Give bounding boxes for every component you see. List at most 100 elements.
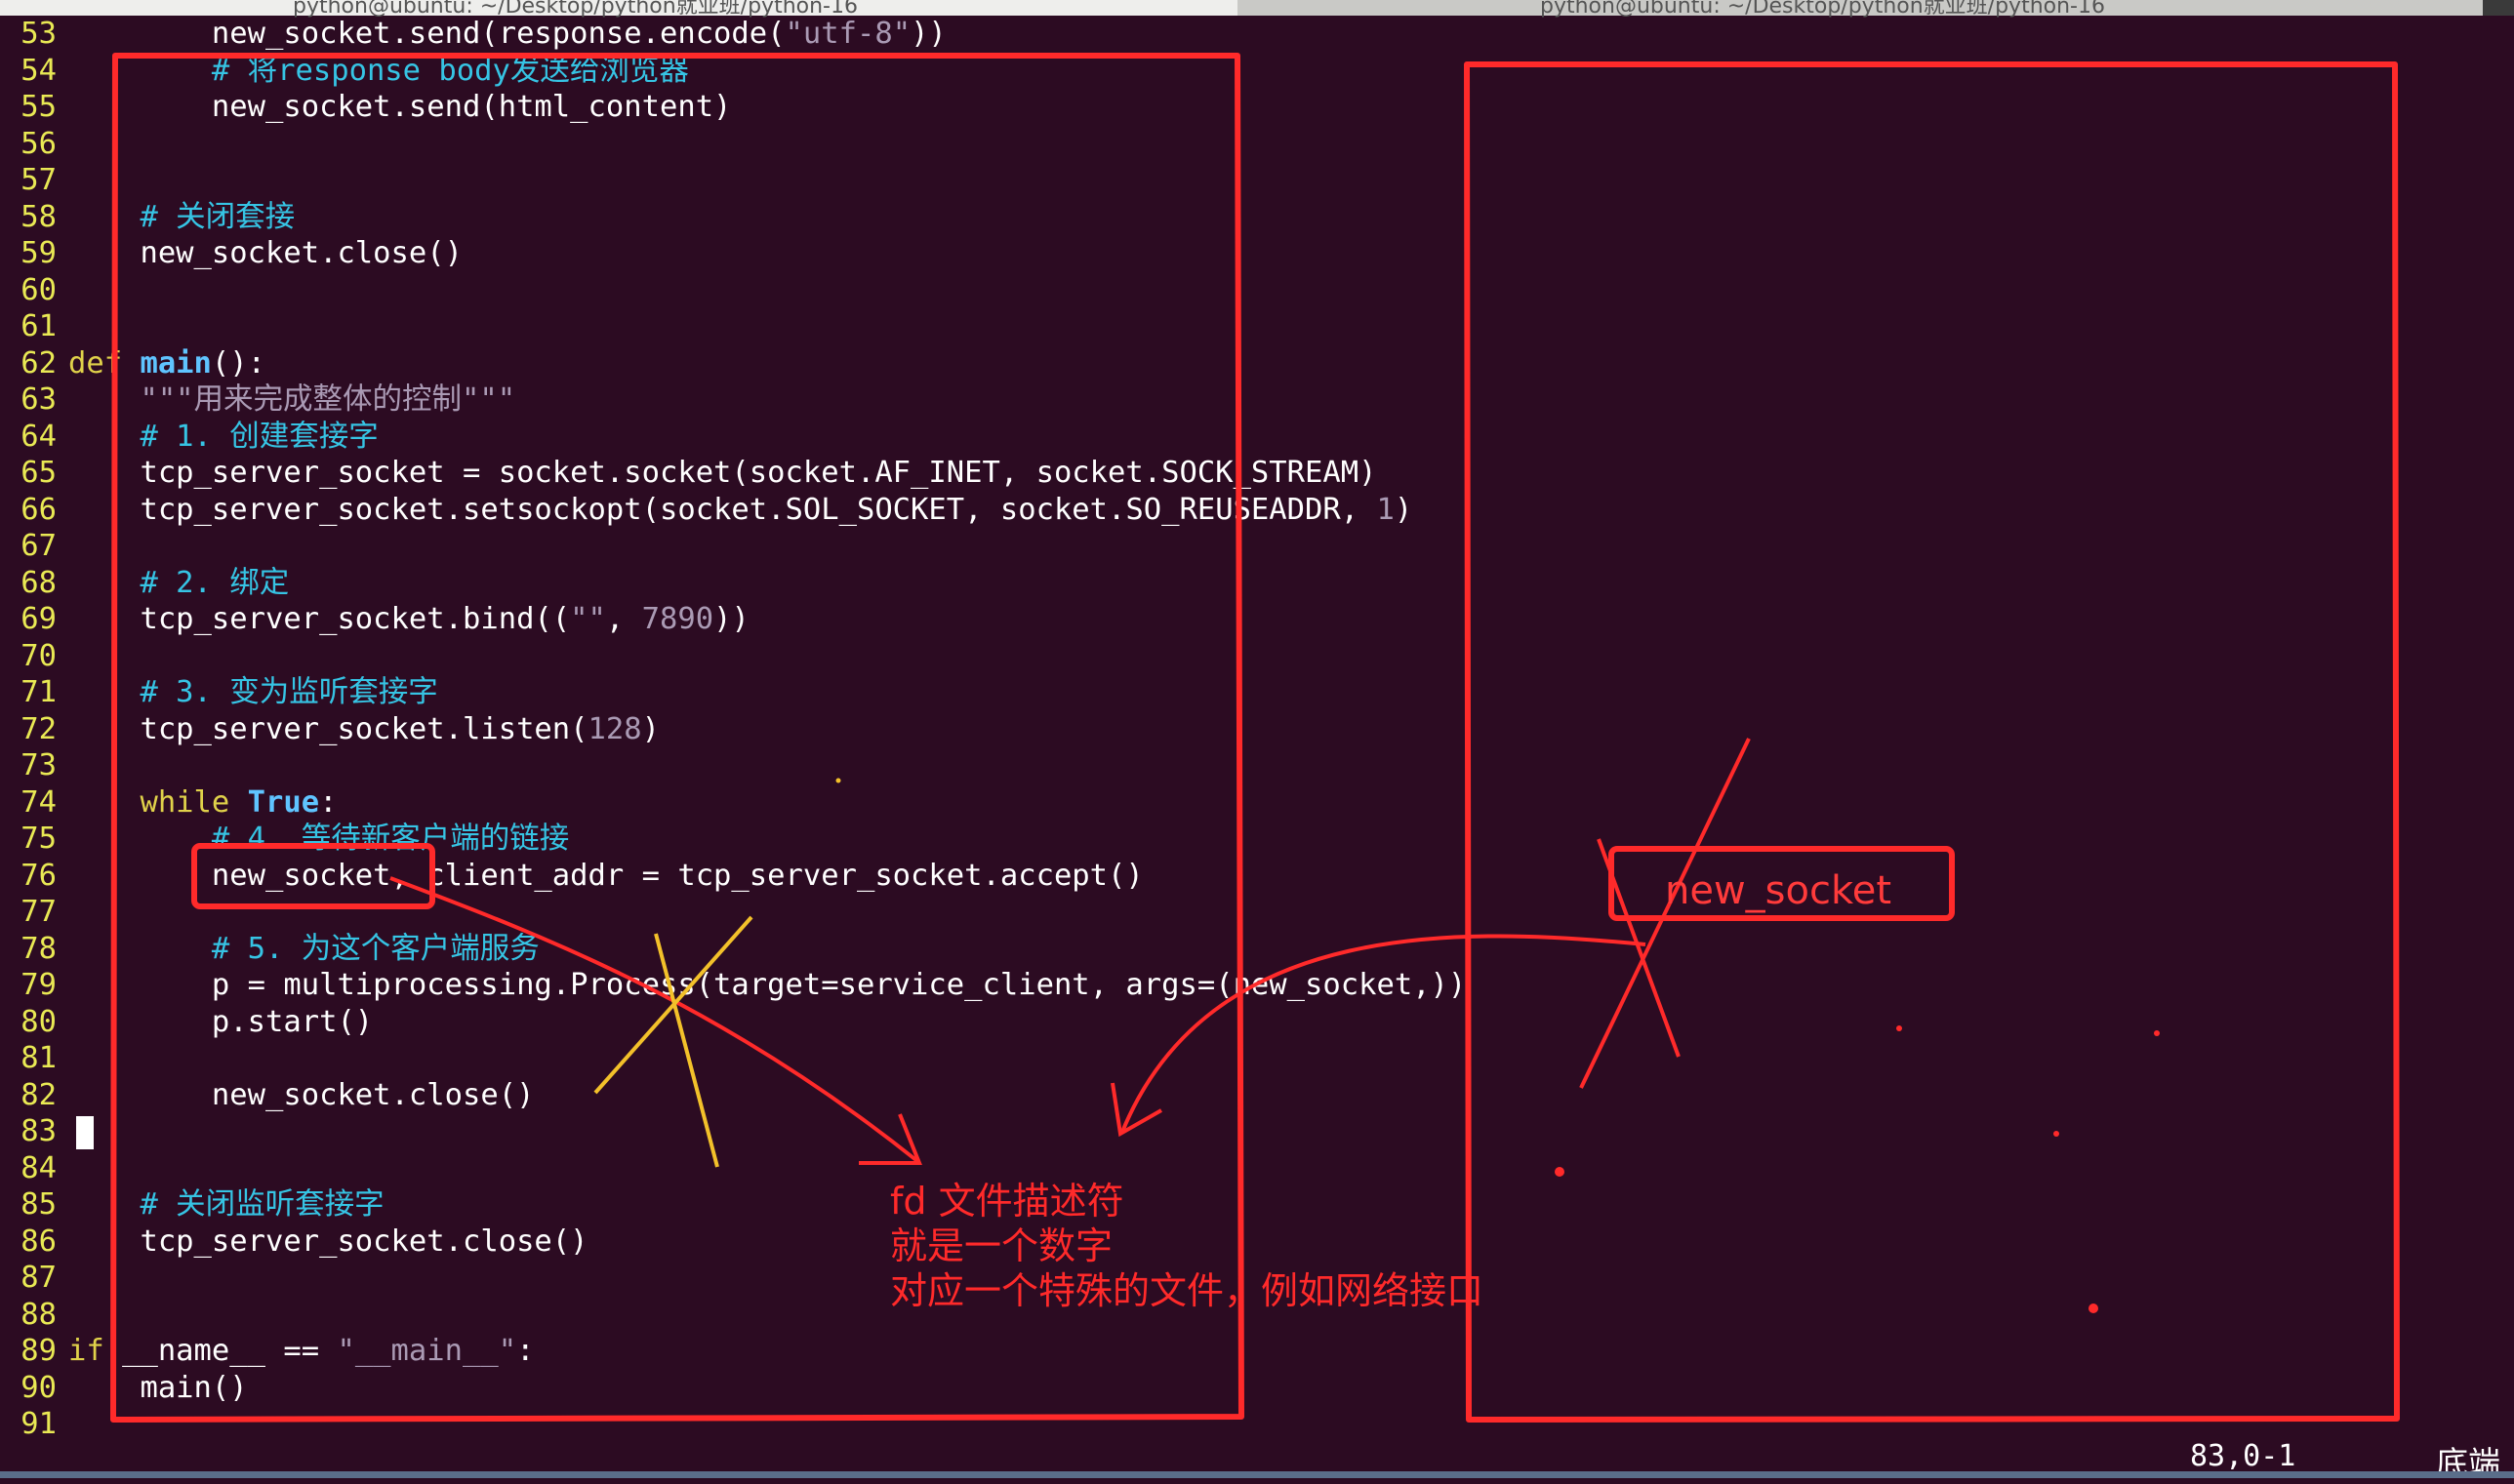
line-number: 74	[20, 784, 57, 820]
line-number: 55	[20, 90, 57, 124]
line-number: 64	[20, 419, 57, 454]
code-line[interactable]: 58 # 关闭套接	[0, 199, 295, 236]
line-number: 62	[20, 345, 57, 381]
code-line[interactable]: 84	[0, 1150, 68, 1187]
code-token: main	[140, 345, 212, 381]
code-line[interactable]: 61	[0, 308, 68, 345]
line-number: 67	[20, 529, 57, 563]
terminal-tab-left[interactable]: python@ubuntu: ~/Desktop/python就业班/pytho…	[0, 0, 1237, 19]
code-line[interactable]: 64 # 1. 创建套接字	[0, 419, 379, 456]
code-line[interactable]: 71 # 3. 变为监听套接字	[0, 674, 438, 711]
line-number: 87	[20, 1261, 57, 1295]
code-line[interactable]: 91	[0, 1406, 68, 1443]
code-line[interactable]: 72 tcp_server_socket.listen(128)	[0, 711, 660, 748]
code-token: )	[641, 711, 660, 746]
code-line[interactable]: 66 tcp_server_socket.setsockopt(socket.S…	[0, 492, 1412, 529]
code-line[interactable]: 82 new_socket.close()	[0, 1077, 534, 1114]
terminal-tab-bar: python@ubuntu: ~/Desktop/python就业班/pytho…	[0, 0, 2514, 19]
code-token: new_socket.close()	[140, 236, 463, 270]
code-line[interactable]: 57	[0, 162, 68, 199]
code-line[interactable]: 54 # 将response body发送给浏览器	[0, 53, 689, 90]
code-line[interactable]: 74 while True:	[0, 784, 337, 822]
line-number: 81	[20, 1041, 57, 1075]
code-token: # 将response body发送给浏览器	[211, 53, 689, 88]
code-line[interactable]: 76 new_socket, client_addr = tcp_server_…	[0, 858, 1144, 895]
code-line[interactable]: 70	[0, 638, 68, 675]
terminal-tab-right[interactable]: python@ubuntu: ~/Desktop/python就业班/pytho…	[1237, 0, 2483, 19]
close-tab-icon[interactable]	[2483, 0, 2514, 16]
code-token: # 3. 变为监听套接字	[140, 675, 438, 709]
code-line[interactable]: 78 # 5. 为这个客户端服务	[0, 931, 540, 968]
line-number: 63	[20, 382, 57, 417]
code-line[interactable]: 69 tcp_server_socket.bind(("", 7890))	[0, 601, 750, 638]
line-number: 91	[20, 1407, 57, 1441]
code-token: tcp_server_socket.bind((	[140, 602, 571, 636]
code-token: # 关闭套接	[140, 199, 296, 234]
code-line[interactable]: 77	[0, 894, 68, 931]
code-line[interactable]: 63 """用来完成整体的控制"""	[0, 381, 515, 419]
line-number: 72	[20, 711, 57, 746]
line-number: 82	[20, 1077, 57, 1112]
code-token: def	[68, 345, 141, 381]
line-number: 53	[20, 17, 57, 51]
line-number: 80	[20, 1004, 57, 1039]
line-number: 57	[20, 163, 57, 197]
line-number: 88	[20, 1297, 57, 1332]
code-token: p = multiprocessing.Process(target=servi…	[211, 968, 1467, 1002]
code-line[interactable]: 68 # 2. 绑定	[0, 565, 289, 602]
code-line[interactable]: 62 def main():	[0, 345, 265, 382]
code-line[interactable]: 88	[0, 1297, 68, 1334]
code-line[interactable]: 86 tcp_server_socket.close()	[0, 1223, 588, 1261]
code-token: p.start()	[211, 1004, 374, 1039]
code-line[interactable]: 56	[0, 126, 68, 163]
code-line[interactable]: 75 # 4. 等待新客户端的链接	[0, 821, 569, 858]
code-line[interactable]: 89 if __name__ == "__main__":	[0, 1333, 534, 1370]
code-token: ""	[570, 602, 606, 636]
line-number: 69	[20, 602, 57, 636]
code-line[interactable]: 60	[0, 272, 68, 309]
code-line[interactable]: 67	[0, 528, 68, 565]
code-token: main()	[140, 1370, 248, 1405]
line-number: 86	[20, 1223, 57, 1259]
code-line[interactable]: 55 new_socket.send(html_content)	[0, 89, 731, 126]
code-line[interactable]: 65 tcp_server_socket = socket.socket(soc…	[0, 455, 1376, 492]
vim-editor[interactable]: 53 new_socket.send(response.encode("utf-…	[0, 16, 2514, 1460]
code-token: __name__ ==	[122, 1334, 338, 1368]
code-line[interactable]: 85 # 关闭监听套接字	[0, 1186, 384, 1223]
code-token: # 4. 等待新客户端的链接	[211, 822, 570, 856]
line-number: 66	[20, 492, 57, 527]
code-token: tcp_server_socket.close()	[140, 1223, 588, 1259]
code-line[interactable]: 59 new_socket.close()	[0, 235, 463, 272]
code-token: new_socket.close()	[211, 1077, 535, 1112]
code-line[interactable]: 73	[0, 747, 68, 784]
code-line[interactable]: 80 p.start()	[0, 1004, 373, 1041]
code-token: # 5. 为这个客户端服务	[211, 931, 540, 966]
code-token: )	[1394, 492, 1413, 527]
vim-status-line: 83,0-1 底端	[0, 1439, 2514, 1482]
code-token: # 2. 绑定	[140, 565, 290, 600]
code-line[interactable]: 81	[0, 1040, 68, 1077]
code-token: :	[516, 1334, 535, 1368]
code-line[interactable]: 90 main()	[0, 1370, 248, 1407]
code-line[interactable]: 79 p = multiprocessing.Process(target=se…	[0, 967, 1466, 1004]
line-number: 58	[20, 199, 57, 234]
code-line[interactable]: 53 new_socket.send(response.encode("utf-…	[0, 16, 947, 53]
code-line[interactable]: 83	[0, 1113, 94, 1150]
code-line[interactable]: 87	[0, 1260, 68, 1297]
